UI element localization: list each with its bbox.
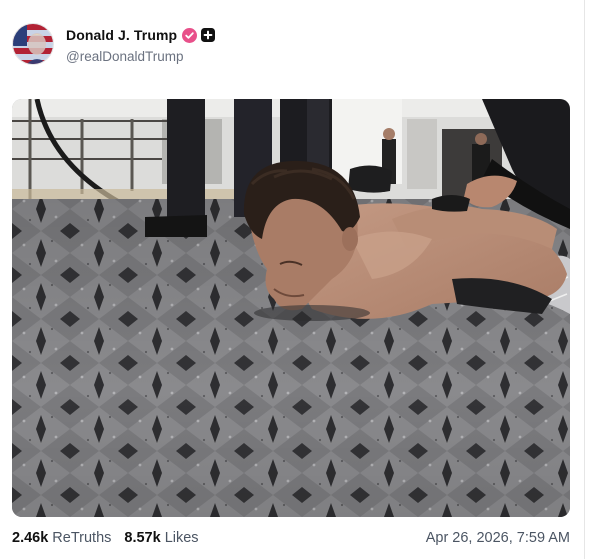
verified-check-icon <box>182 27 198 43</box>
likes-count: 8.57k <box>124 530 161 546</box>
author-block: Donald J. Trump @realDonaldTrump <box>66 24 216 64</box>
flag-portrait-avatar-icon <box>13 24 53 64</box>
likes-stat[interactable]: 8.57k Likes <box>124 530 198 546</box>
author-display-name[interactable]: Donald J. Trump <box>66 27 177 43</box>
retruths-label: ReTruths <box>52 530 112 546</box>
likes-label: Likes <box>164 530 199 546</box>
name-row: Donald J. Trump <box>66 24 216 46</box>
plus-badge-icon <box>201 28 216 42</box>
author-handle[interactable]: @realDonaldTrump <box>66 49 215 64</box>
post-timestamp[interactable]: Apr 26, 2026, 7:59 AM <box>426 530 570 546</box>
post-media-photo[interactable] <box>12 99 570 517</box>
post-footer: 2.46k ReTruths 8.57k Likes Apr 26, 2026,… <box>12 528 570 548</box>
retruths-count: 2.46k <box>12 530 49 546</box>
post-header: Donald J. Trump @realDonaldTrump <box>12 22 216 66</box>
retruths-stat[interactable]: 2.46k ReTruths <box>12 530 111 546</box>
panel-divider <box>584 0 585 559</box>
photo-image <box>12 99 570 517</box>
avatar[interactable] <box>12 23 54 65</box>
